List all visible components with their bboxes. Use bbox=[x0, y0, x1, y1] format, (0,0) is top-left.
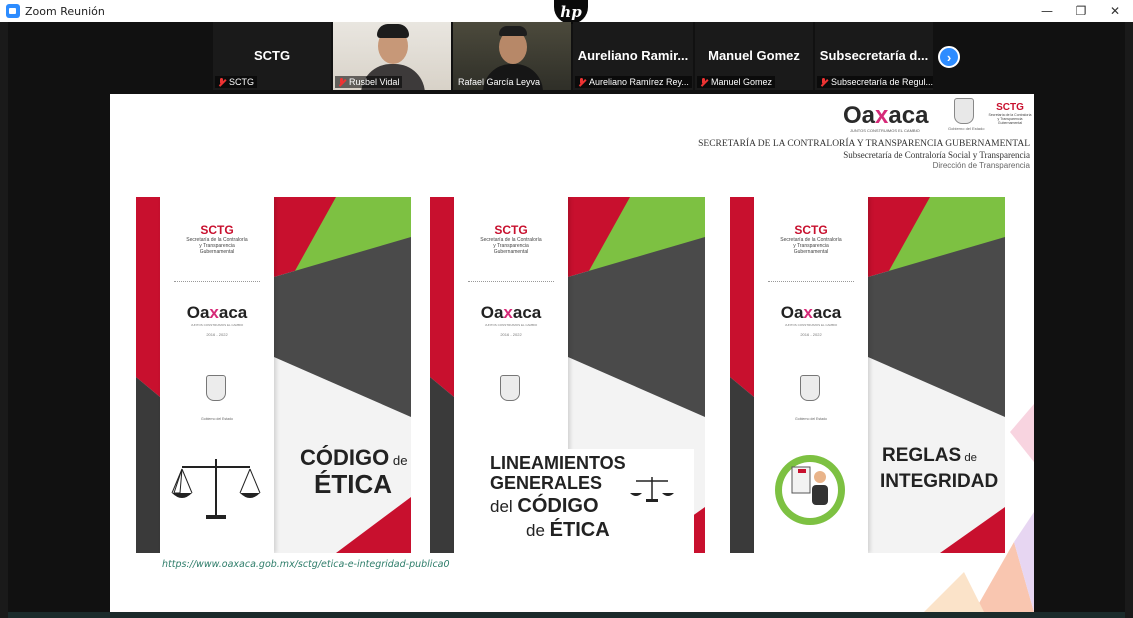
participant-tile[interactable]: Rusbel Vidal bbox=[333, 22, 451, 90]
cover-title-line2: ÉTICA bbox=[314, 469, 392, 499]
state-crest-icon bbox=[954, 98, 974, 124]
cover-title: CÓDIGO de bbox=[300, 445, 408, 470]
oaxaca-logo: Oaxaca bbox=[843, 102, 929, 129]
minimize-button[interactable]: — bbox=[1030, 0, 1064, 22]
mic-muted-icon bbox=[578, 77, 586, 87]
participant-label: Rusbel Vidal bbox=[335, 76, 403, 88]
cover-codigo-etica: SCTG Secretaría de la Contraloría y Trans… bbox=[136, 197, 411, 553]
state-crest-icon bbox=[500, 375, 520, 401]
maximize-button[interactable]: ❐ bbox=[1064, 0, 1098, 22]
cover-title-line4: de ÉTICA bbox=[526, 519, 610, 541]
crest-caption: Gobierno del Estado bbox=[948, 126, 985, 131]
participant-label: SCTG bbox=[215, 76, 258, 88]
shared-screen-slide: Oaxaca JUNTOS CONSTRUIMOS EL CAMBIO Gobi… bbox=[110, 94, 1034, 612]
cover-panel: SCTG Secretaría de la Contraloría y Trans… bbox=[160, 197, 274, 553]
participant-label: Aureliano Ramírez Rey... bbox=[575, 76, 692, 88]
decorative-shapes bbox=[924, 404, 1034, 612]
person-hair bbox=[499, 26, 527, 36]
participant-label: Rafael García Leyva bbox=[458, 77, 541, 87]
state-crest-icon bbox=[206, 375, 226, 401]
participant-name: Manuel Gomez bbox=[708, 48, 800, 63]
participant-tile[interactable]: Subsecretaría d... Subsecretaría de Regu… bbox=[815, 22, 933, 90]
cover-title-line1: LINEAMIENTOS bbox=[490, 453, 626, 473]
mic-muted-icon bbox=[820, 77, 828, 87]
cover-lineamientos: SCTG Secretaría de la Contraloría y Trans… bbox=[430, 197, 705, 553]
sctg-logo: SCTG Secretaría de la Contraloría y Tran… bbox=[988, 102, 1032, 125]
participant-label: Manuel Gomez bbox=[697, 76, 776, 88]
cover-panel: SCTG Secretaría de la Contraloría y Trans… bbox=[754, 197, 868, 553]
mic-muted-icon bbox=[338, 77, 346, 87]
participant-name: SCTG bbox=[253, 48, 291, 63]
bottom-strip bbox=[8, 612, 1125, 618]
participant-tile[interactable]: SCTG SCTG bbox=[213, 22, 331, 90]
state-crest-icon bbox=[800, 375, 820, 401]
window-title: Zoom Reunión bbox=[25, 4, 105, 18]
person-hair bbox=[377, 24, 409, 38]
chevron-right-icon[interactable]: › bbox=[938, 46, 960, 68]
oaxaca-tagline: JUNTOS CONSTRUIMOS EL CAMBIO bbox=[850, 128, 920, 133]
mic-muted-icon bbox=[700, 77, 708, 87]
header-direccion: Dirección de Transparencia bbox=[932, 161, 1030, 170]
participant-name: Subsecretaría d... bbox=[819, 48, 929, 63]
cover-title-line2: GENERALES bbox=[490, 473, 603, 493]
header-secretaria: SECRETARÍA DE LA CONTRALORÍA Y TRANSPARE… bbox=[698, 139, 1030, 149]
mic-muted-icon bbox=[218, 77, 226, 87]
zoom-app-icon bbox=[6, 4, 20, 18]
participant-label: Subsecretaría de Regul... bbox=[817, 76, 933, 88]
participant-tile[interactable]: Rafael García Leyva bbox=[453, 22, 571, 90]
close-button[interactable]: ✕ bbox=[1098, 0, 1132, 22]
participant-name: Aureliano Ramir... bbox=[577, 48, 689, 63]
header-subsecretaria: Subsecretaría de Contraloría Social y Tr… bbox=[843, 150, 1030, 160]
cover-title-line3: del CÓDIGO bbox=[490, 495, 599, 517]
participant-tile[interactable]: Manuel Gomez Manuel Gomez bbox=[695, 22, 813, 90]
ethics-url-link[interactable]: https://www.oaxaca.gob.mx/sctg/etica-e-i… bbox=[162, 559, 450, 570]
participant-tile[interactable]: Aureliano Ramir... Aureliano Ramírez Rey… bbox=[573, 22, 693, 90]
